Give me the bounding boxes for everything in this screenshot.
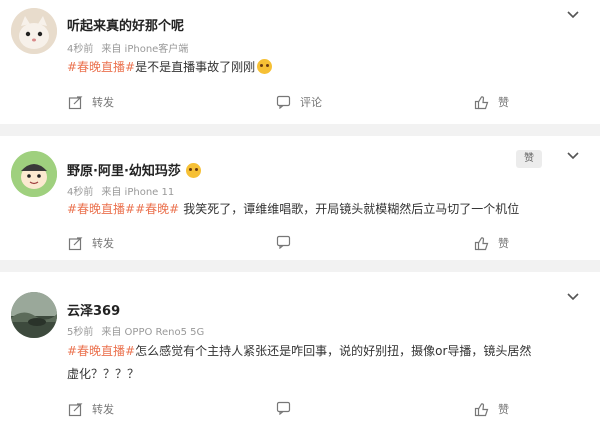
thumbs-up-icon	[474, 95, 489, 109]
hashtag-link[interactable]: #春晚直播##春晚#	[67, 202, 179, 216]
comment-button[interactable]	[276, 235, 300, 249]
like-button[interactable]: 赞	[474, 235, 509, 251]
comment-body: 我笑死了，谭维维唱歌，开局镜头就模糊然后立马切了一个机位	[183, 202, 520, 216]
avatar[interactable]	[11, 151, 57, 197]
source-device: 来自 OPPO Reno5 5G	[101, 327, 205, 338]
avatar[interactable]	[11, 292, 57, 338]
like-button[interactable]: 赞	[474, 401, 509, 417]
comment-button[interactable]: 评论	[276, 94, 322, 110]
forward-button[interactable]: 转发	[68, 94, 114, 110]
comment-icon	[276, 401, 291, 415]
forward-icon	[68, 95, 83, 109]
comment-line: 虚化？？？？	[67, 364, 562, 385]
comment-icon	[276, 235, 291, 249]
comment-meta: 4秒前 来自 iPhone 11	[67, 183, 174, 198]
hashtag-link[interactable]: #春晚直播#	[67, 60, 135, 74]
forward-button[interactable]: 转发	[68, 401, 114, 417]
comment-meta: 4秒前 来自 iPhone客户端	[67, 40, 188, 55]
comment-card: 野原·阿里·幼知玛莎 4秒前 来自 iPhone 11 #春晚直播##春晚# 我笑死…	[0, 136, 600, 260]
forward-label: 转发	[92, 403, 114, 416]
comment-card: 云泽369 5秒前 来自 OPPO Reno5 5G #春晚直播#怎么感觉有个主持…	[0, 272, 600, 430]
cartoon-avatar-icon	[11, 151, 57, 197]
forward-label: 转发	[92, 237, 114, 250]
comment-text: #春晚直播#怎么感觉有个主持人紧张还是咋回事，说的好别扭，摄像or导播，镜头居然…	[67, 341, 562, 385]
like-label: 赞	[498, 96, 509, 109]
forward-icon	[68, 402, 83, 416]
source-device: 来自 iPhone 11	[101, 187, 175, 198]
comment-icon	[276, 95, 291, 109]
comment-line: #春晚直播#怎么感觉有个主持人紧张还是咋回事，说的好别扭，摄像or导播，镜头居然	[67, 341, 562, 362]
like-badge[interactable]: 赞	[516, 150, 542, 168]
cat-avatar-icon	[11, 8, 57, 54]
comment-card: 听起来真的好那个呢 4秒前 来自 iPhone客户端 #春晚直播#是不是直播事故了…	[0, 0, 600, 124]
comment-button[interactable]	[276, 401, 300, 415]
landscape-avatar-icon	[11, 292, 57, 338]
comment-body: 是不是直播事故了刚刚	[135, 60, 256, 74]
laughing-emoji-icon	[185, 163, 201, 178]
comment-meta: 5秒前 来自 OPPO Reno5 5G	[67, 323, 204, 338]
forward-button[interactable]: 转发	[68, 235, 114, 251]
username-text: 野原·阿里·幼知玛莎	[67, 164, 181, 179]
comment-body: 怎么感觉有个主持人紧张还是咋回事，说的好别扭，摄像or导播，镜头居然	[135, 344, 532, 358]
hashtag-link[interactable]: #春晚直播#	[67, 344, 135, 358]
like-label: 赞	[498, 403, 509, 416]
forward-icon	[68, 236, 83, 250]
comment-body-continued: 虚化？？？？	[67, 367, 140, 381]
avatar[interactable]	[11, 8, 57, 54]
username[interactable]: 听起来真的好那个呢	[67, 15, 184, 34]
comment-text: #春晚直播##春晚# 我笑死了，谭维维唱歌，开局镜头就模糊然后立马切了一个机位	[67, 199, 562, 220]
thumbs-up-icon	[474, 402, 489, 416]
comment-label: 评论	[300, 96, 322, 109]
like-label: 赞	[498, 237, 509, 250]
source-device: 来自 iPhone客户端	[101, 44, 189, 55]
crying-laughing-emoji-icon	[257, 59, 273, 74]
username[interactable]: 云泽369	[67, 300, 120, 319]
thumbs-up-icon	[474, 236, 489, 250]
username[interactable]: 野原·阿里·幼知玛莎	[67, 160, 201, 179]
timestamp: 5秒前	[67, 327, 94, 338]
chevron-down-icon[interactable]	[566, 151, 580, 161]
forward-label: 转发	[92, 96, 114, 109]
chevron-down-icon[interactable]	[566, 292, 580, 302]
timestamp: 4秒前	[67, 44, 94, 55]
chevron-down-icon[interactable]	[566, 10, 580, 20]
like-button[interactable]: 赞	[474, 94, 509, 110]
timestamp: 4秒前	[67, 187, 94, 198]
comment-text: #春晚直播#是不是直播事故了刚刚	[67, 57, 562, 78]
